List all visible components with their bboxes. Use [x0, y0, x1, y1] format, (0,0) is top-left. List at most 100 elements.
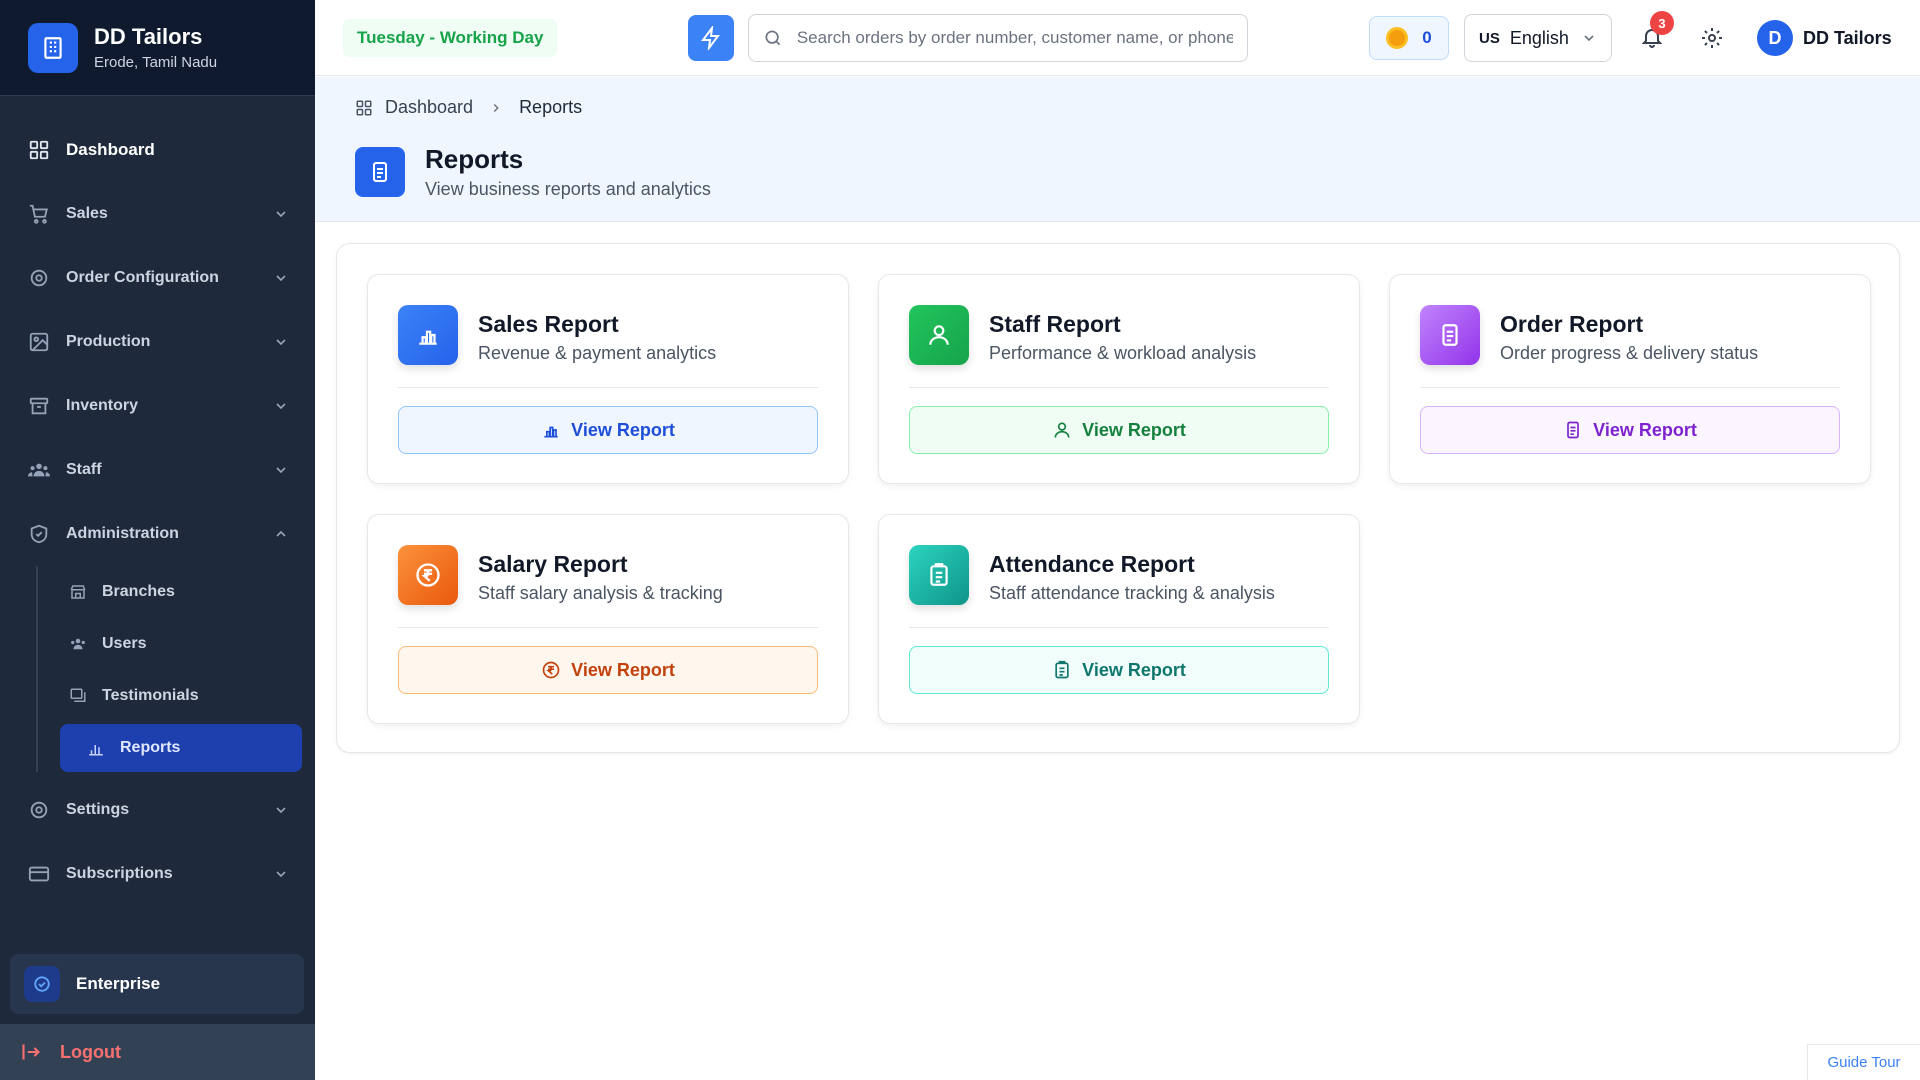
chevron-up-icon	[276, 530, 286, 537]
language-select[interactable]: US English	[1464, 14, 1612, 62]
guide-tour-button[interactable]: Guide Tour	[1807, 1044, 1920, 1080]
archive-icon	[26, 393, 52, 419]
chevron-down-icon	[276, 807, 286, 814]
bar-chart-icon	[86, 738, 106, 758]
divider	[398, 387, 818, 388]
chevron-down-icon	[276, 467, 286, 474]
sidebar-item-order-configuration[interactable]: Order Configuration	[0, 246, 315, 310]
brand-header[interactable]: DD Tailors Erode, Tamil Nadu	[0, 0, 315, 96]
sidebar-item-label: Sales	[66, 205, 108, 222]
brand-name: DD Tailors	[94, 24, 203, 49]
report-card-attendance[interactable]: Attendance Report Staff attendance track…	[878, 514, 1360, 724]
plan-badge[interactable]: Enterprise	[10, 954, 304, 1014]
plan-name: Enterprise	[76, 974, 161, 993]
bar-chart-icon	[398, 305, 458, 365]
sidebar-item-reports[interactable]: Reports	[60, 724, 302, 772]
reports-panel: Sales Report Revenue & payment analytics…	[336, 243, 1900, 753]
report-description: Performance & workload analysis	[989, 343, 1257, 363]
logout-icon	[20, 1042, 42, 1062]
rupee-icon	[542, 661, 560, 679]
sidebar-item-production[interactable]: Production	[0, 310, 315, 374]
button-label: View Report	[1082, 419, 1186, 440]
button-label: View Report	[1082, 659, 1186, 680]
rupee-icon	[398, 545, 458, 605]
sidebar-item-subscriptions[interactable]: Subscriptions	[0, 842, 315, 906]
sidebar-item-label: Order Configuration	[66, 269, 219, 286]
us-flag-icon: US	[1479, 29, 1500, 47]
avatar: D	[1757, 20, 1793, 56]
report-title: Salary Report	[478, 551, 628, 577]
chevron-down-icon	[1584, 35, 1594, 42]
report-description: Revenue & payment analytics	[478, 343, 717, 363]
sidebar-item-administration[interactable]: Administration	[0, 502, 315, 566]
gear-icon	[1702, 28, 1722, 48]
chevron-down-icon	[276, 339, 286, 346]
divider	[909, 627, 1329, 628]
check-circle-icon	[24, 966, 60, 1002]
sidebar-item-users[interactable]: Users	[60, 618, 315, 670]
report-title: Sales Report	[478, 311, 619, 337]
settings-button[interactable]	[1696, 22, 1728, 54]
sidebar-item-sales[interactable]: Sales	[0, 182, 315, 246]
report-title: Order Report	[1500, 311, 1644, 337]
report-card-order[interactable]: Order Report Order progress & delivery s…	[1389, 274, 1871, 484]
view-attendance-report-button[interactable]: View Report	[909, 646, 1329, 694]
sidebar-item-label: Administration	[66, 525, 179, 542]
divider	[398, 627, 818, 628]
document-icon	[355, 147, 405, 197]
sidebar-item-staff[interactable]: Staff	[0, 438, 315, 502]
chevron-down-icon	[276, 211, 286, 218]
logout-button[interactable]: Logout	[0, 1024, 315, 1080]
cart-icon	[26, 201, 52, 227]
sidebar-item-label: Dashboard	[66, 140, 155, 159]
view-staff-report-button[interactable]: View Report	[909, 406, 1329, 454]
topbar: Tuesday - Working Day 0 US English 3 D D…	[315, 0, 1920, 76]
sidebar-item-settings[interactable]: Settings	[0, 778, 315, 842]
sidebar-item-label: Staff	[66, 461, 102, 478]
search-bar[interactable]	[748, 14, 1248, 62]
sidebar-item-inventory[interactable]: Inventory	[0, 374, 315, 438]
sidebar-item-branches[interactable]: Branches	[60, 566, 315, 618]
language-label: English	[1509, 27, 1569, 48]
report-description: Order progress & delivery status	[1500, 343, 1759, 363]
view-sales-report-button[interactable]: View Report	[398, 406, 818, 454]
lightning-icon	[701, 26, 720, 50]
coin-balance[interactable]: 0	[1369, 16, 1449, 60]
sidebar-item-dashboard[interactable]: Dashboard	[0, 118, 315, 182]
document-icon	[1567, 421, 1579, 439]
user-icon	[1054, 422, 1070, 438]
sidebar-nav: Dashboard Sales Order Configuration Prod…	[0, 96, 315, 906]
sidebar-item-label: Testimonials	[102, 687, 199, 704]
coin-count: 0	[1422, 28, 1432, 47]
sidebar-item-label: Reports	[120, 739, 181, 756]
building-icon	[28, 22, 78, 73]
sidebar-item-label: Branches	[102, 583, 175, 600]
view-salary-report-button[interactable]: View Report	[398, 646, 818, 694]
clipboard-icon	[1055, 660, 1069, 679]
search-input[interactable]	[796, 28, 1233, 48]
page-subtitle: View business reports and analytics	[425, 179, 711, 199]
view-order-report-button[interactable]: View Report	[1420, 406, 1840, 454]
logout-label: Logout	[60, 1041, 121, 1062]
people-icon	[68, 634, 88, 654]
user-name: DD Tailors	[1803, 27, 1892, 48]
quick-action-button[interactable]	[688, 15, 734, 61]
shield-icon	[26, 521, 52, 547]
user-icon	[909, 305, 969, 365]
report-description: Staff salary analysis & tracking	[478, 583, 723, 603]
sidebar-item-testimonials[interactable]: Testimonials	[60, 670, 315, 722]
report-card-staff[interactable]: Staff Report Performance & workload anal…	[878, 274, 1360, 484]
breadcrumb-home-link[interactable]: Dashboard	[385, 97, 473, 118]
report-card-sales[interactable]: Sales Report Revenue & payment analytics…	[367, 274, 849, 484]
document-icon	[1420, 305, 1480, 365]
quote-icon	[68, 686, 88, 706]
report-card-salary[interactable]: Salary Report Staff salary analysis & tr…	[367, 514, 849, 724]
grid-icon	[355, 99, 373, 117]
button-label: View Report	[571, 659, 675, 680]
page-title: Reports	[425, 144, 524, 174]
report-title: Attendance Report	[989, 551, 1195, 577]
report-title: Staff Report	[989, 311, 1121, 337]
sidebar-item-label: Inventory	[66, 397, 139, 414]
breadcrumb: Dashboard Reports	[355, 97, 582, 118]
user-menu[interactable]: D DD Tailors	[1757, 20, 1892, 56]
